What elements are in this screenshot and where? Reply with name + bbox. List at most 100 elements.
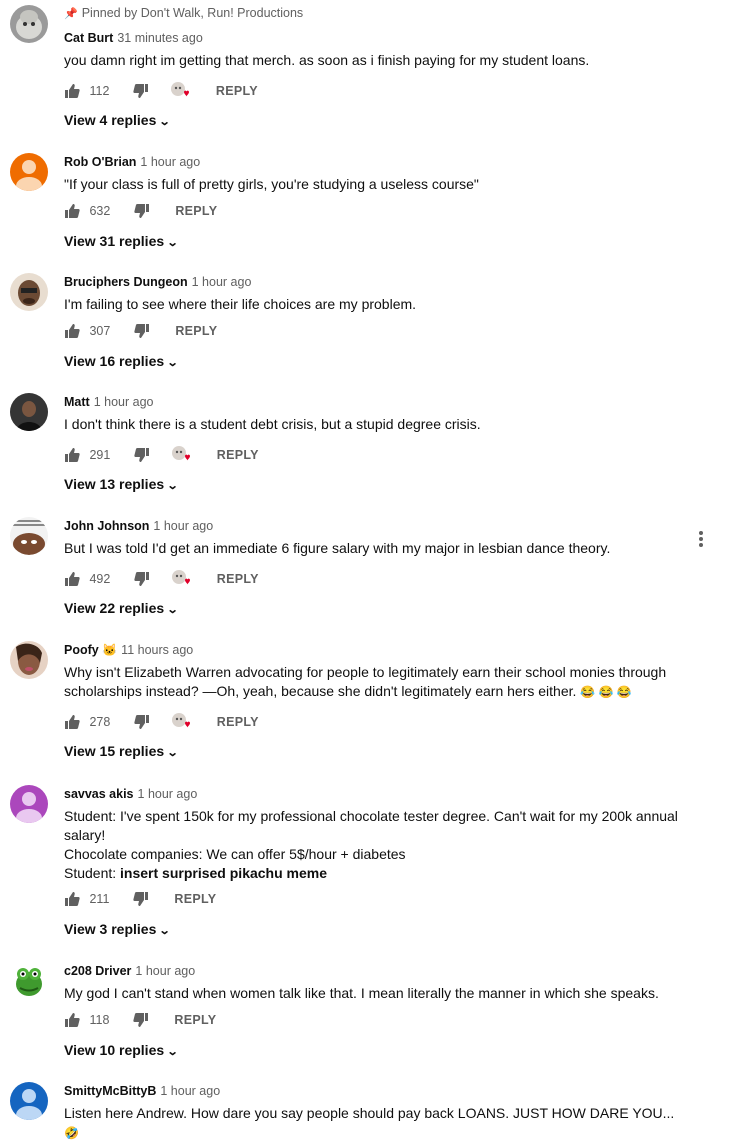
comment-header: Rob O'Brian 1 hour ago [64, 155, 200, 169]
avatar[interactable] [10, 785, 48, 823]
comment-actions: 278 REPLY [64, 712, 259, 732]
reply-button[interactable]: REPLY [217, 572, 259, 586]
comment-time[interactable]: 1 hour ago [160, 1084, 220, 1098]
comment-text: you damn right im getting that merch. as… [64, 52, 590, 68]
chevron-down-icon: ⌄ [166, 237, 179, 249]
creator-heart-icon [171, 712, 191, 732]
avatar[interactable] [10, 962, 48, 1000]
like-count: 118 [89, 1013, 110, 1027]
thumbs-up-icon[interactable] [64, 323, 80, 339]
comment-time[interactable]: 1 hour ago [153, 519, 213, 533]
avatar[interactable] [10, 641, 48, 679]
chevron-down-icon: ⌄ [158, 116, 171, 128]
comment-header: c208 Driver 1 hour ago [64, 964, 195, 978]
cat-emoji-badge: 🐱 [102, 643, 118, 657]
author-name[interactable]: savvas akis [64, 787, 134, 801]
view-replies-button[interactable]: View 3 replies ⌄ [64, 921, 171, 937]
reply-button[interactable]: REPLY [217, 715, 259, 729]
thumbs-up-icon[interactable] [64, 714, 80, 730]
comment-text: I'm failing to see where their life choi… [64, 296, 417, 312]
comment-time[interactable]: 1 hour ago [135, 964, 195, 978]
comment-text: Why isn't Elizabeth Warren advocating fo… [64, 664, 667, 699]
thumbs-down-icon[interactable] [133, 83, 149, 99]
thumbs-up-icon[interactable] [64, 571, 80, 587]
view-replies-button[interactable]: View 10 replies ⌄ [64, 1042, 179, 1058]
view-replies-button[interactable]: View 31 replies ⌄ [64, 233, 179, 249]
reply-button[interactable]: REPLY [174, 892, 216, 906]
thumbs-up-icon[interactable] [64, 203, 80, 219]
thumbs-down-icon[interactable] [134, 571, 150, 587]
avatar[interactable] [10, 393, 48, 431]
thumbs-down-icon[interactable] [134, 447, 150, 463]
comment-actions: 112 REPLY [64, 81, 258, 101]
comment-actions: 291 REPLY [64, 445, 259, 465]
chevron-down-icon: ⌄ [158, 925, 171, 937]
avatar[interactable] [10, 153, 48, 191]
comment-actions: 492 REPLY [64, 569, 259, 589]
like-count: 278 [89, 715, 111, 729]
more-actions-icon[interactable] [695, 529, 707, 549]
comment-time[interactable]: 31 minutes ago [117, 31, 202, 45]
thumbs-up-icon[interactable] [64, 83, 80, 99]
reply-button[interactable]: REPLY [175, 324, 217, 338]
thumbs-down-icon[interactable] [134, 203, 150, 219]
comment-time[interactable]: 1 hour ago [192, 275, 252, 289]
creator-heart-icon [170, 81, 190, 101]
view-replies-button[interactable]: View 13 replies ⌄ [64, 476, 179, 492]
like-count: 112 [89, 84, 110, 98]
avatar[interactable] [10, 1082, 48, 1120]
comment-header: savvas akis 1 hour ago [64, 787, 197, 801]
thumbs-up-icon[interactable] [64, 1012, 80, 1028]
author-name[interactable]: Cat Burt [64, 31, 113, 45]
author-name[interactable]: Rob O'Brian [64, 155, 136, 169]
thumbs-up-icon[interactable] [64, 447, 80, 463]
author-name[interactable]: Poofy [64, 643, 99, 657]
reply-button[interactable]: REPLY [175, 204, 217, 218]
reply-button[interactable]: REPLY [216, 84, 258, 98]
avatar[interactable] [10, 5, 48, 43]
comment-time[interactable]: 11 hours ago [121, 643, 193, 657]
view-replies-button[interactable]: View 16 replies ⌄ [64, 353, 179, 369]
comment-header: John Johnson 1 hour ago [64, 519, 213, 533]
avatar[interactable] [10, 273, 48, 311]
comment-text: I don't think there is a student debt cr… [64, 416, 481, 432]
comment-text: Student: I've spent 150k for my professi… [64, 808, 678, 881]
like-count: 307 [89, 324, 111, 338]
chevron-down-icon: ⌄ [166, 747, 179, 759]
comment-header: Bruciphers Dungeon 1 hour ago [64, 275, 251, 289]
like-count: 291 [89, 448, 111, 462]
view-replies-button[interactable]: View 22 replies ⌄ [64, 600, 179, 616]
thumbs-down-icon[interactable] [134, 714, 150, 730]
pinned-label: 📌 Pinned by Don't Walk, Run! Productions [64, 6, 304, 20]
reply-button[interactable]: REPLY [217, 448, 259, 462]
comment-text: But I was told I'd get an immediate 6 fi… [64, 540, 611, 556]
thumbs-down-icon[interactable] [133, 1012, 149, 1028]
avatar[interactable] [10, 517, 48, 555]
view-replies-button[interactable]: View 4 replies ⌄ [64, 112, 171, 128]
comment-actions: 307 REPLY [64, 323, 217, 343]
comment-actions: 632 REPLY [64, 203, 217, 223]
laughing-emoji: 😂 😂 😂 [580, 685, 632, 699]
author-name[interactable]: Matt [64, 395, 90, 409]
comment-time[interactable]: 1 hour ago [140, 155, 200, 169]
author-name[interactable]: SmittyMcBittyB [64, 1084, 156, 1098]
like-count: 211 [89, 892, 110, 906]
reply-button[interactable]: REPLY [174, 1013, 216, 1027]
comment-header: Poofy 🐱 11 hours ago [64, 643, 193, 657]
author-name[interactable]: c208 Driver [64, 964, 131, 978]
view-replies-button[interactable]: View 15 replies ⌄ [64, 743, 179, 759]
creator-heart-icon [171, 445, 191, 465]
comment-time[interactable]: 1 hour ago [138, 787, 198, 801]
thumbs-up-icon[interactable] [64, 891, 80, 907]
comment-text: Listen here Andrew. How dare you say peo… [64, 1105, 675, 1140]
author-name[interactable]: Bruciphers Dungeon [64, 275, 188, 289]
comment-text: "If your class is full of pretty girls, … [64, 176, 479, 192]
thumbs-down-icon[interactable] [134, 323, 150, 339]
comment-time[interactable]: 1 hour ago [94, 395, 154, 409]
comment-header: Matt 1 hour ago [64, 395, 153, 409]
comment-actions: 118 REPLY [64, 1012, 216, 1032]
author-name[interactable]: John Johnson [64, 519, 149, 533]
pin-icon: 📌 [64, 8, 78, 20]
chevron-down-icon: ⌄ [166, 357, 179, 369]
thumbs-down-icon[interactable] [133, 891, 149, 907]
